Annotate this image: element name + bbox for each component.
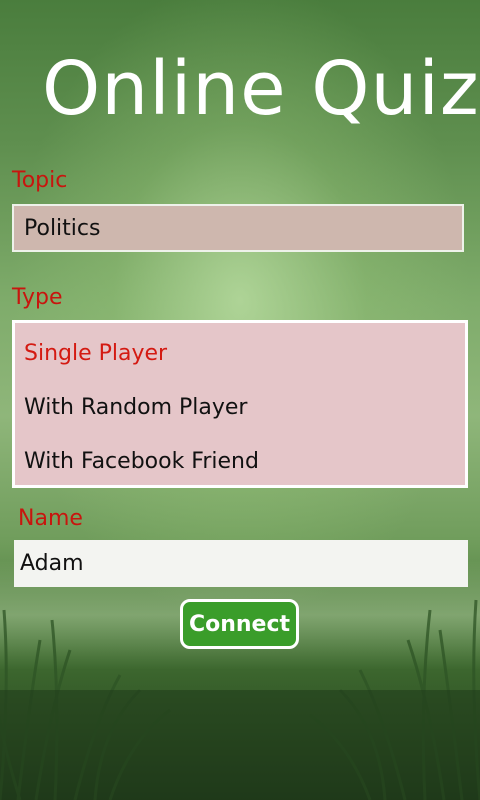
type-label: Type bbox=[12, 285, 63, 310]
type-option-facebook-friend[interactable]: With Facebook Friend bbox=[24, 449, 259, 474]
name-input[interactable] bbox=[14, 540, 468, 587]
topic-label: Topic bbox=[12, 168, 68, 193]
page-title: Online Quiz bbox=[42, 46, 480, 132]
topic-picker[interactable]: Politics bbox=[12, 204, 464, 252]
type-list: Single Player With Random Player With Fa… bbox=[12, 320, 468, 488]
topic-value: Politics bbox=[24, 215, 101, 241]
type-option-single-player[interactable]: Single Player bbox=[24, 341, 167, 366]
connect-button[interactable]: Connect bbox=[180, 599, 299, 649]
name-label: Name bbox=[18, 506, 83, 531]
type-option-random-player[interactable]: With Random Player bbox=[24, 395, 247, 420]
